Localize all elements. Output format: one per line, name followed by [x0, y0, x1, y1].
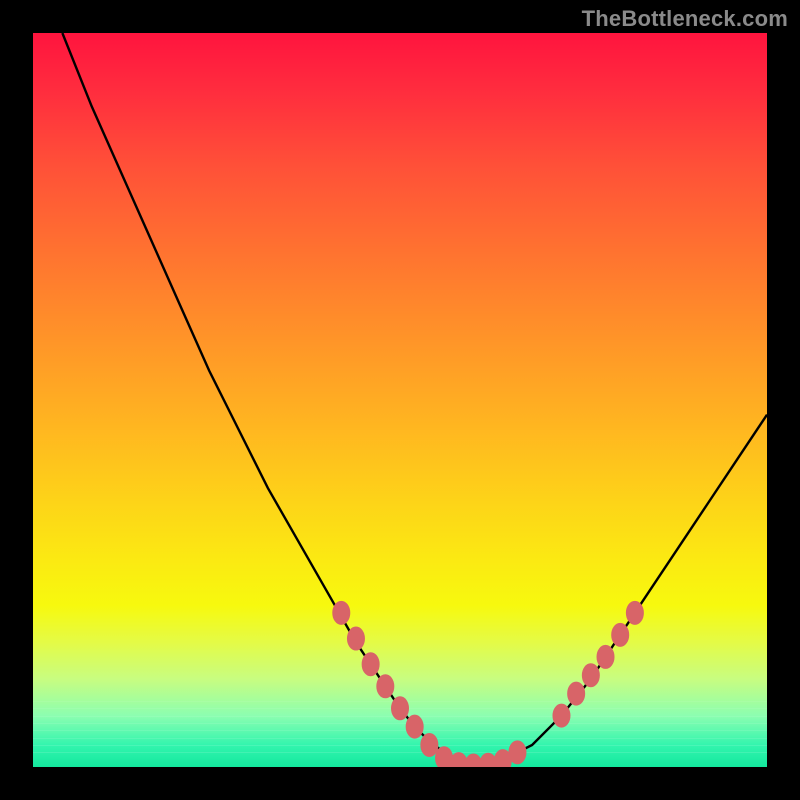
- curve-marker: [509, 741, 526, 764]
- curve-marker: [568, 682, 585, 705]
- curve-marker: [626, 601, 643, 624]
- chart-frame: TheBottleneck.com: [0, 0, 800, 800]
- plot-area: [33, 33, 767, 767]
- curve-marker: [553, 704, 570, 727]
- bottleneck-curve: [33, 33, 767, 767]
- curve-marker: [362, 653, 379, 676]
- curve-marker: [333, 601, 350, 624]
- curve-marker: [392, 697, 409, 720]
- curve-marker: [612, 623, 629, 646]
- curve-marker: [377, 675, 394, 698]
- curve-marker: [406, 715, 423, 738]
- marker-group: [333, 601, 644, 767]
- curve-marker: [347, 627, 364, 650]
- curve-marker: [597, 645, 614, 668]
- curve-marker: [582, 664, 599, 687]
- watermark-text: TheBottleneck.com: [582, 6, 788, 32]
- curve-marker: [421, 733, 438, 756]
